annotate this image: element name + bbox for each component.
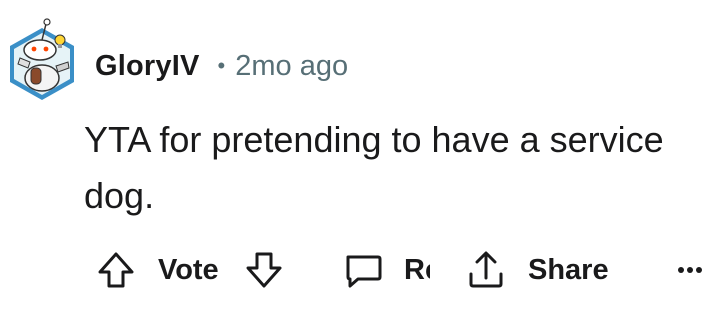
downvote-button[interactable] xyxy=(242,244,286,296)
timestamp[interactable]: 2mo ago xyxy=(235,50,348,83)
share-icon xyxy=(466,248,506,292)
vote-label: Vote xyxy=(158,253,219,286)
arrow-up-icon xyxy=(94,248,138,292)
speech-bubble-icon xyxy=(342,249,384,291)
avatar[interactable] xyxy=(6,16,78,102)
more-dots-icon xyxy=(676,248,704,292)
reply-button[interactable]: Reply xyxy=(342,244,430,296)
share-label: Share xyxy=(528,253,609,286)
meta-separator: • xyxy=(217,53,226,78)
vote-count: Vote xyxy=(158,244,219,296)
username[interactable]: GloryIV xyxy=(95,50,200,83)
comment: GloryIV • 2mo ago YTA for pretending to … xyxy=(0,0,713,316)
share-button[interactable]: Share xyxy=(466,244,609,296)
comment-body: YTA for pretending to have a service dog… xyxy=(84,119,664,216)
comment-header: GloryIV • 2mo ago xyxy=(95,44,348,88)
reply-label: Reply xyxy=(404,253,430,286)
arrow-down-icon xyxy=(242,248,286,292)
snoo-avatar-icon xyxy=(10,18,74,100)
upvote-button[interactable] xyxy=(94,244,138,296)
more-options-button[interactable] xyxy=(676,244,704,296)
